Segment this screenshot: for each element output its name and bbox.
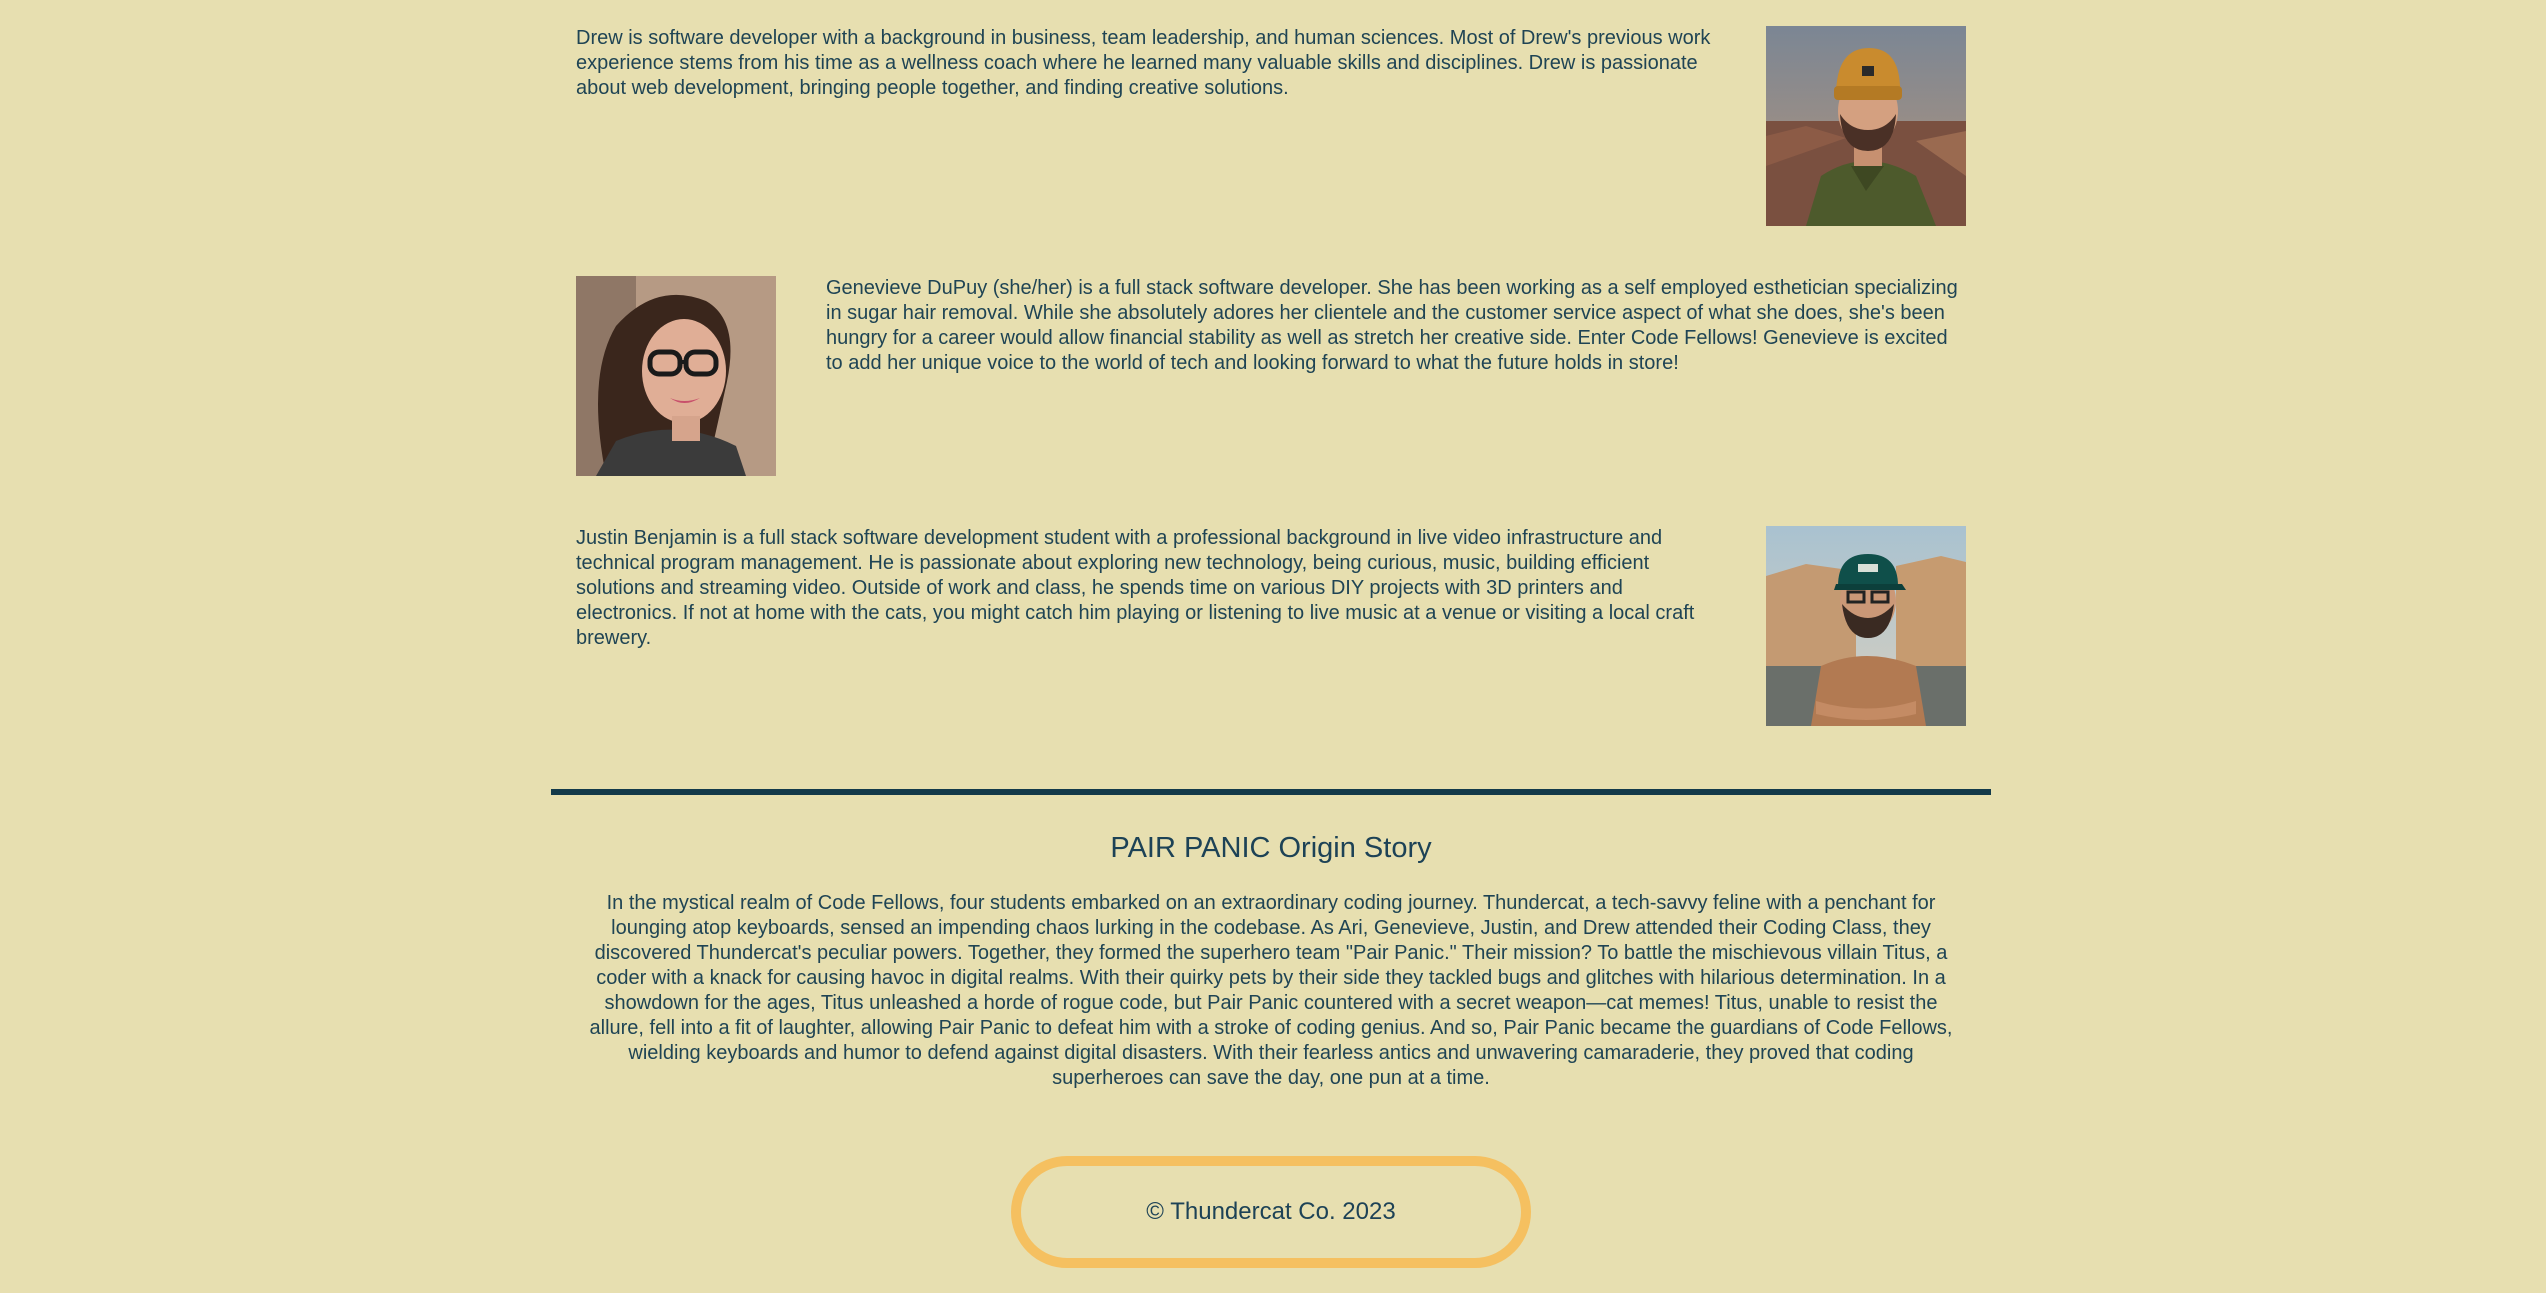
origin-story-text: In the mystical realm of Code Fellows, f… [589, 892, 1953, 1089]
justin-photo [1766, 526, 1966, 726]
footer: © Thundercat Co. 2023 [1011, 1156, 1531, 1268]
bio-text-genevieve: Genevieve DuPuy (she/her) is a full stac… [826, 277, 1958, 374]
copyright-text: © Thundercat Co. 2023 [1146, 1198, 1396, 1225]
section-divider [551, 789, 1991, 795]
drew-photo [1766, 26, 1966, 226]
origin-story-title: PAIR PANIC Origin Story [1110, 832, 1432, 864]
bio-text-justin: Justin Benjamin is a full stack software… [576, 527, 1695, 649]
bio-text-drew: Drew is software developer with a backgr… [576, 27, 1711, 99]
bio-justin: Justin Benjamin is a full stack software… [576, 526, 1966, 726]
bio-genevieve: Genevieve DuPuy (she/her) is a full stac… [576, 276, 1966, 476]
bio-drew: Drew is software developer with a backgr… [576, 26, 1966, 226]
genevieve-photo [576, 276, 776, 476]
